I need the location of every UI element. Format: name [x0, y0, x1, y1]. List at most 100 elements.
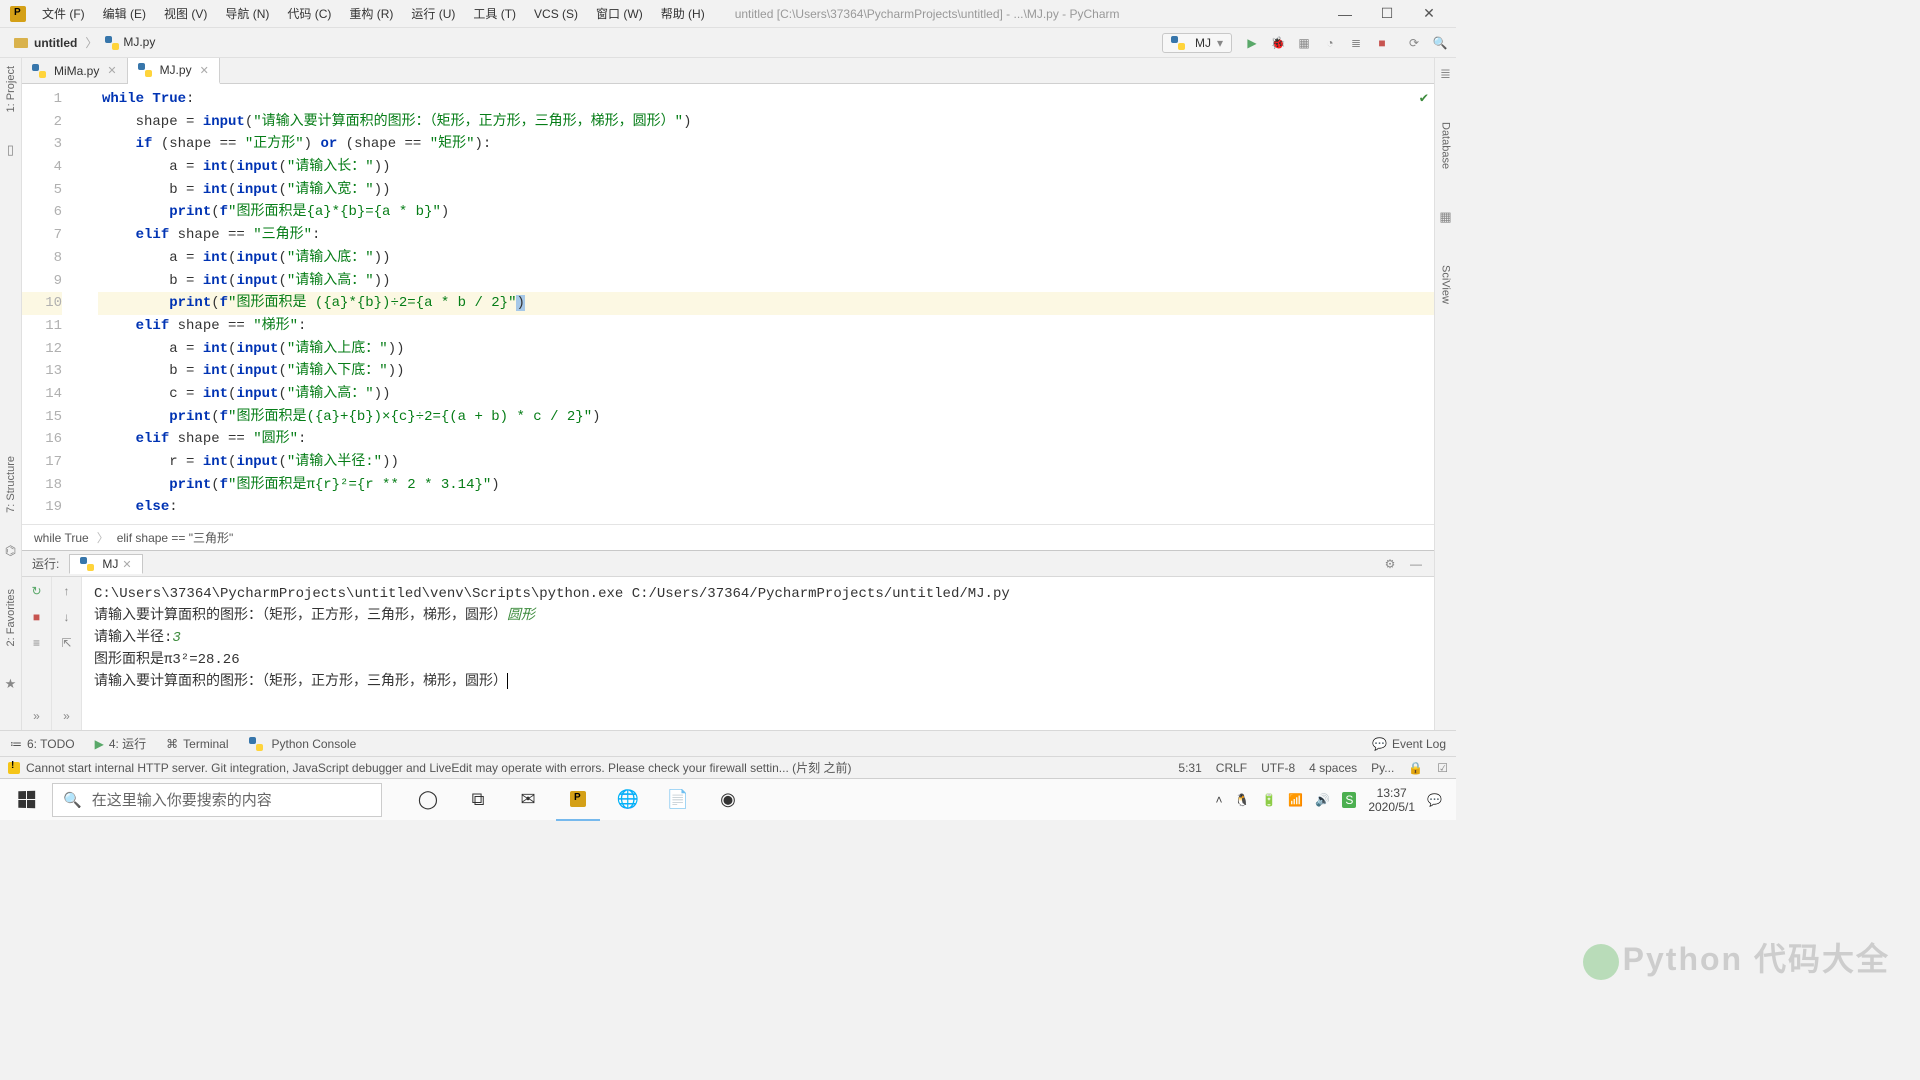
stop-button[interactable]: ■ [29, 609, 45, 625]
menu-help[interactable]: 帮助 (H) [653, 2, 713, 25]
task-view-button[interactable]: ⧉ [456, 779, 500, 821]
menu-tools[interactable]: 工具 (T) [465, 2, 524, 25]
structure-tool-button[interactable]: 7: Structure [5, 456, 17, 513]
event-log-button[interactable]: 💬Event Log [1372, 737, 1446, 751]
menu-code[interactable]: 代码 (C) [279, 2, 339, 25]
settings-icon[interactable]: ⚙ [1382, 556, 1398, 572]
menu-bar: 文件 (F) 编辑 (E) 视图 (V) 导航 (N) 代码 (C) 重构 (R… [0, 0, 1456, 28]
line-separator[interactable]: CRLF [1216, 761, 1247, 775]
close-icon[interactable]: ✕ [107, 64, 116, 77]
export-icon[interactable]: ⇱ [59, 635, 75, 651]
breadcrumb-sep: 〉 [97, 529, 109, 546]
menu-view[interactable]: 视图 (V) [156, 2, 215, 25]
pycharm-app[interactable] [556, 779, 600, 821]
folder-icon [14, 38, 28, 48]
stop-button[interactable]: ■ [1374, 35, 1390, 51]
breadcrumb-item[interactable]: elif shape == "三角形" [117, 529, 234, 546]
sciview-icon[interactable]: ▦ [1439, 209, 1451, 225]
lock-icon[interactable]: 🔒 [1408, 761, 1423, 775]
tab-mj[interactable]: MJ.py ✕ [128, 58, 220, 84]
chrome-app[interactable]: ◉ [706, 779, 750, 821]
python-icon [249, 737, 263, 751]
wifi-icon[interactable]: 📶 [1288, 793, 1303, 807]
debug-button[interactable]: 🐞 [1270, 35, 1286, 51]
qq-icon[interactable]: 🐧 [1235, 793, 1250, 807]
window-minimize-button[interactable]: — [1338, 7, 1352, 21]
menu-vcs[interactable]: VCS (S) [526, 4, 586, 24]
terminal-tool-button[interactable]: ⌘Terminal [166, 737, 228, 751]
structure-icon[interactable]: ⌬ [5, 543, 16, 559]
tab-label: MiMa.py [54, 64, 99, 78]
run-configuration-selector[interactable]: MJ ▾ [1162, 33, 1232, 53]
indent-settings[interactable]: 4 spaces [1309, 761, 1357, 775]
breadcrumb-file[interactable]: MJ.py [99, 33, 161, 52]
sciview-tool-button[interactable]: SciView [1440, 265, 1452, 304]
run-tool-button[interactable]: ▶4: 运行 [95, 735, 147, 752]
menu-file[interactable]: 文件 (F) [34, 2, 93, 25]
file-encoding[interactable]: UTF-8 [1261, 761, 1295, 775]
search-icon: 🔍 [63, 791, 82, 809]
more-icon[interactable]: » [59, 708, 75, 724]
ie-app[interactable]: 🌐 [606, 779, 650, 821]
minimize-icon[interactable]: — [1408, 556, 1424, 572]
profile-button[interactable]: ◔ [1322, 35, 1338, 51]
run-tab[interactable]: MJ ✕ [69, 554, 142, 574]
layout-button[interactable]: ≡ [29, 635, 45, 651]
status-message[interactable]: Cannot start internal HTTP server. Git i… [26, 759, 851, 776]
more-icon[interactable]: » [29, 708, 45, 724]
breadcrumb-item[interactable]: while True [34, 531, 89, 545]
window-maximize-button[interactable]: ☐ [1380, 7, 1394, 21]
line-number-gutter[interactable]: 12345678910111213141516171819 [22, 84, 78, 524]
coverage-button[interactable]: ▦ [1296, 35, 1312, 51]
volume-icon[interactable]: 🔊 [1315, 793, 1330, 807]
star-icon[interactable]: ★ [5, 676, 17, 692]
up-icon[interactable]: ↑ [59, 583, 75, 599]
mail-app[interactable]: ✉ [506, 779, 550, 821]
breadcrumb-project[interactable]: untitled [8, 34, 83, 52]
attach-button[interactable]: ≣ [1348, 35, 1364, 51]
menu-refactor[interactable]: 重构 (R) [341, 2, 401, 25]
window-close-button[interactable]: ✕ [1422, 7, 1436, 21]
project-icon[interactable]: ▯ [7, 142, 14, 158]
todo-tool-button[interactable]: ≔6: TODO [10, 737, 75, 751]
vcs-update-icon[interactable]: ⟳ [1406, 35, 1422, 51]
python-console-button[interactable]: Python Console [249, 737, 357, 751]
bottom-tool-bar: ≔6: TODO ▶4: 运行 ⌘Terminal Python Console… [0, 730, 1456, 756]
warning-icon[interactable] [8, 762, 20, 774]
search-placeholder: 在这里输入你要搜索的内容 [92, 789, 272, 810]
chat-icon: 💬 [1372, 737, 1387, 751]
fold-gutter[interactable] [78, 84, 94, 524]
close-icon[interactable]: ✕ [200, 64, 209, 77]
menu-window[interactable]: 窗口 (W) [588, 2, 651, 25]
tray-chevron-icon[interactable]: ˄ [1215, 793, 1222, 807]
inspect-icon[interactable]: ☑ [1437, 761, 1448, 775]
taskbar-clock[interactable]: 13:37 2020/5/1 [1368, 786, 1415, 814]
notification-icon[interactable]: 💬 [1427, 793, 1442, 807]
project-tool-button[interactable]: 1: Project [5, 66, 17, 112]
taskbar-search[interactable]: 🔍 在这里输入你要搜索的内容 [52, 783, 382, 817]
status-bar: Cannot start internal HTTP server. Git i… [0, 756, 1456, 778]
database-icon[interactable]: ≣ [1440, 66, 1451, 82]
rerun-button[interactable]: ↻ [29, 583, 45, 599]
ime-icon[interactable]: S [1342, 792, 1356, 808]
search-everywhere-button[interactable]: 🔍 [1432, 35, 1448, 51]
menu-navigate[interactable]: 导航 (N) [217, 2, 277, 25]
notepad-app[interactable]: 📄 [656, 779, 700, 821]
code-editor[interactable]: 12345678910111213141516171819 while True… [22, 84, 1434, 524]
database-tool-button[interactable]: Database [1440, 122, 1452, 169]
caret-position[interactable]: 5:31 [1178, 761, 1201, 775]
run-button[interactable]: ▶ [1244, 35, 1260, 51]
code-content[interactable]: while True: shape = input("请输入要计算面积的图形：（… [94, 84, 1434, 524]
tab-mima[interactable]: MiMa.py ✕ [22, 58, 128, 83]
run-console[interactable]: C:\Users\37364\PycharmProjects\untitled\… [82, 577, 1434, 730]
editor-tabs: MiMa.py ✕ MJ.py ✕ [22, 58, 1434, 84]
cortana-button[interactable]: ◯ [406, 779, 450, 821]
battery-icon[interactable]: 🔋 [1261, 793, 1276, 807]
menu-run[interactable]: 运行 (U) [403, 2, 463, 25]
down-icon[interactable]: ↓ [59, 609, 75, 625]
menu-edit[interactable]: 编辑 (E) [95, 2, 154, 25]
favorites-tool-button[interactable]: 2: Favorites [5, 589, 17, 646]
python-interpreter[interactable]: Py... [1371, 761, 1394, 775]
close-icon[interactable]: ✕ [122, 558, 131, 571]
start-button[interactable] [4, 779, 48, 821]
